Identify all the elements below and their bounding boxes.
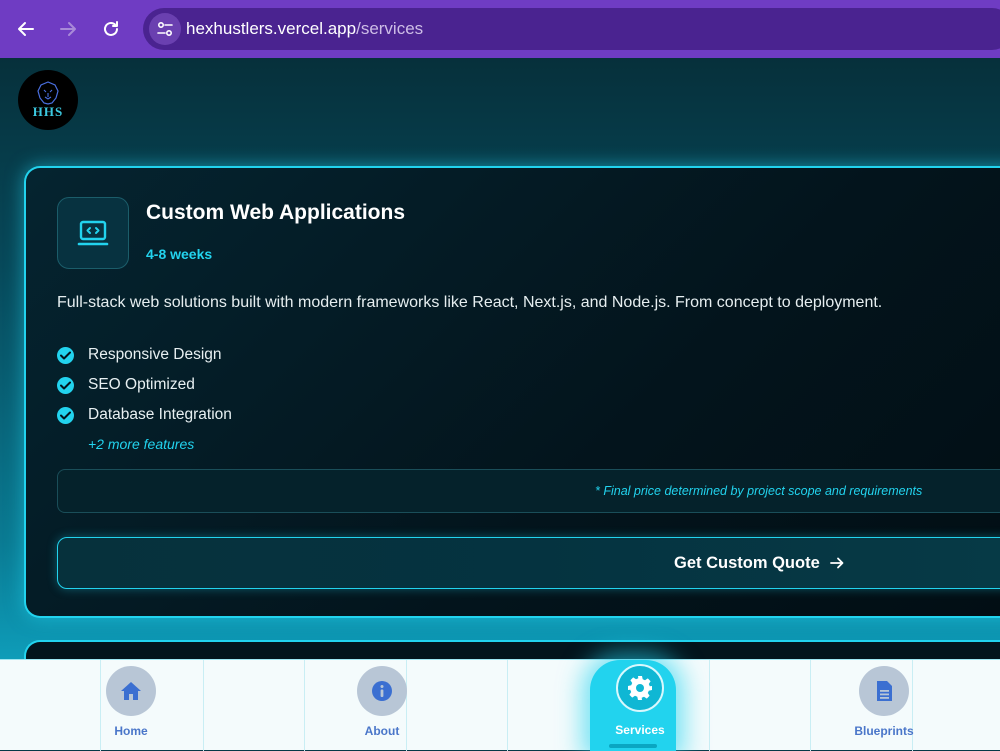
address-bar[interactable]: hexhustlers.vercel.app/services (143, 8, 1000, 50)
nav-label-about: About (364, 724, 400, 738)
forward-button[interactable] (55, 15, 81, 43)
feature-item: Responsive Design (57, 340, 232, 370)
feature-list: Responsive Design SEO Optimized Database… (57, 340, 232, 430)
service-description: Full-stack web solutions built with mode… (57, 294, 883, 311)
nav-divider (304, 660, 305, 751)
nav-divider (507, 660, 508, 751)
service-card: Custom Web Applications 4-8 weeks Full-s… (24, 166, 1000, 618)
service-icon-box (57, 197, 129, 269)
feature-label: Responsive Design (88, 346, 222, 363)
feature-label: Database Integration (88, 406, 232, 423)
nav-item-blueprints[interactable]: Blueprints (834, 660, 934, 751)
service-title: Custom Web Applications (146, 201, 406, 224)
arrow-right-icon (830, 557, 844, 569)
laptop-code-icon (77, 220, 109, 246)
check-icon (57, 346, 74, 364)
tune-icon (157, 21, 173, 37)
feature-label: SEO Optimized (88, 376, 195, 393)
feature-item: SEO Optimized (57, 370, 232, 400)
nav-item-home[interactable]: Home (81, 660, 181, 751)
nav-label-home: Home (114, 724, 148, 738)
check-icon (57, 376, 74, 394)
quote-button-label: Get Custom Quote (674, 554, 820, 572)
browser-toolbar: hexhustlers.vercel.app/services (0, 0, 1000, 58)
reload-icon (104, 21, 118, 36)
back-button[interactable] (13, 15, 39, 43)
page-content: HHS Custom Web Applications 4-8 weeks Fu… (0, 58, 1000, 750)
lion-logo-icon (37, 81, 59, 105)
nav-divider (709, 660, 710, 751)
document-icon (859, 666, 909, 716)
nav-label-blueprints: Blueprints (854, 724, 914, 738)
feature-item: Database Integration (57, 400, 232, 430)
active-indicator (609, 744, 657, 748)
more-features-link[interactable]: +2 more features (88, 436, 194, 452)
get-custom-quote-button[interactable]: Get Custom Quote (57, 537, 1000, 589)
site-logo[interactable]: HHS (18, 70, 78, 130)
nav-item-about[interactable]: About (332, 660, 432, 751)
url-text: hexhustlers.vercel.app/services (186, 19, 423, 39)
nav-divider (203, 660, 204, 751)
logo-text: HHS (32, 104, 64, 119)
arrow-right-icon (60, 22, 76, 36)
url-path: /services (356, 19, 424, 38)
nav-item-services[interactable]: Services (597, 660, 697, 751)
nav-label-services: Services (615, 723, 665, 737)
reload-button[interactable] (98, 15, 124, 43)
info-icon (357, 666, 407, 716)
check-icon (57, 406, 74, 424)
home-icon (106, 666, 156, 716)
arrow-left-icon (18, 22, 34, 36)
price-note: * Final price determined by project scop… (595, 484, 923, 498)
gear-icon (616, 664, 664, 712)
service-duration: 4-8 weeks (146, 246, 213, 262)
url-host: hexhustlers.vercel.app (186, 19, 357, 38)
price-note-box: * Final price determined by project scop… (57, 469, 1000, 513)
nav-divider (810, 660, 811, 751)
site-info-button[interactable] (149, 13, 181, 45)
bottom-nav: Home About Services Blueprints (0, 659, 1000, 751)
